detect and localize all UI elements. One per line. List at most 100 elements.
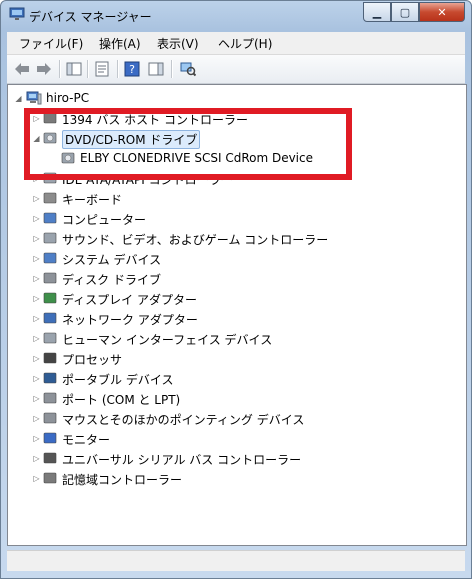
computer-icon [26, 91, 42, 105]
network-adapter-icon [43, 312, 57, 324]
scan-hardware-icon [180, 62, 196, 77]
port-icon [43, 392, 57, 404]
tree-root[interactable]: ◢ hiro-PC [8, 89, 464, 107]
tree-item-label: コンピューター [62, 213, 147, 227]
tree-item-label: ディスク ドライブ [62, 273, 161, 287]
expand-arrow-icon[interactable]: ▷ [32, 354, 41, 363]
monitor-icon [43, 432, 57, 444]
tree-category-item[interactable]: ▷ ヒューマン インターフェイス デバイス [8, 329, 464, 347]
menu-file[interactable]: ファイル(F) [19, 35, 83, 52]
tree-category-item[interactable]: ▷ キーボード [8, 189, 464, 207]
forward-arrow-icon [37, 63, 51, 75]
properties-button[interactable] [93, 60, 111, 78]
menu-bar: ファイル(F) 操作(A) 表示(V) ヘルプ(H) [7, 32, 465, 55]
usb-icon [43, 452, 57, 464]
back-button[interactable] [13, 60, 31, 78]
device-manager-icon [9, 7, 25, 20]
maximize-button[interactable]: ▢ [391, 2, 419, 22]
forward-button[interactable] [35, 60, 53, 78]
tree-item-label: マウスとそのほかのポインティング デバイス [62, 413, 305, 427]
minimize-button[interactable]: ▁ [363, 2, 391, 22]
tree-category-item[interactable]: ▷ プロセッサ [8, 349, 464, 367]
properties-icon [95, 61, 109, 77]
expand-arrow-icon[interactable]: ▷ [32, 374, 41, 383]
computer-icon [43, 212, 57, 224]
toolbar-separator [87, 60, 89, 78]
tree-item-label: ポータブル デバイス [62, 373, 174, 387]
tree-item-label: ディスプレイ アダプター [62, 293, 197, 307]
console-tree-icon [66, 62, 82, 76]
expand-arrow-icon[interactable]: ▷ [32, 274, 41, 283]
svg-text:?: ? [129, 63, 135, 76]
tree-item-label: システム デバイス [62, 253, 162, 267]
toolbar-separator [171, 60, 173, 78]
hid-icon [43, 332, 57, 344]
expand-arrow-icon[interactable]: ▷ [32, 194, 41, 203]
expand-arrow-icon[interactable]: ▷ [32, 254, 41, 263]
tree-category-item[interactable]: ▷ モニター [8, 429, 464, 447]
tree-category-item[interactable]: ▷ 記憶域コントローラー [8, 469, 464, 487]
processor-icon [43, 352, 57, 364]
collapse-arrow-icon[interactable]: ◢ [14, 94, 23, 103]
expand-arrow-icon[interactable]: ▷ [32, 394, 41, 403]
close-icon: ✕ [437, 5, 447, 19]
tree-category-item[interactable]: ▷ ネットワーク アダプター [8, 309, 464, 327]
expand-arrow-icon[interactable]: ▷ [32, 234, 41, 243]
menu-help[interactable]: ヘルプ(H) [218, 35, 272, 52]
window-controls: ▁ ▢ ✕ [363, 2, 465, 22]
expand-arrow-icon[interactable]: ▷ [32, 414, 41, 423]
disk-drive-icon [43, 272, 57, 284]
menu-action[interactable]: 操作(A) [99, 35, 141, 52]
action-pane-button[interactable] [147, 60, 165, 78]
scan-hardware-button[interactable] [179, 60, 197, 78]
system-devices-icon [43, 252, 57, 264]
tree-item-label: ポート (COM と LPT) [62, 393, 181, 407]
expand-arrow-icon[interactable]: ▷ [32, 214, 41, 223]
tree-category-item[interactable]: ▷ システム デバイス [8, 249, 464, 267]
tree-item-label: ユニバーサル シリアル バス コントローラー [62, 453, 302, 467]
menu-view[interactable]: 表示(V) [157, 35, 199, 52]
keyboard-icon [43, 192, 57, 204]
mouse-icon [43, 412, 57, 424]
help-button[interactable]: ? [123, 60, 141, 78]
tree-category-item[interactable]: ▷ マウスとそのほかのポインティング デバイス [8, 409, 464, 427]
tree-category-item[interactable]: ▷ コンピューター [8, 209, 464, 227]
action-pane-icon [148, 62, 164, 76]
red-annotation-box [24, 108, 352, 180]
tree-item-label: プロセッサ [62, 353, 123, 367]
sound-icon [43, 232, 57, 244]
tree-root-label: hiro-PC [46, 91, 90, 105]
tree-item-label: モニター [62, 433, 111, 447]
toolbar: ? [7, 55, 465, 84]
tree-item-label: 記憶域コントローラー [62, 473, 183, 487]
portable-device-icon [43, 372, 57, 384]
tree-item-label: ヒューマン インターフェイス デバイス [62, 333, 273, 347]
device-manager-window: デバイス マネージャー ▁ ▢ ✕ ファイル(F) 操作(A) 表示(V) ヘル… [0, 0, 472, 579]
expand-arrow-icon[interactable]: ▷ [32, 314, 41, 323]
title-bar[interactable]: デバイス マネージャー ▁ ▢ ✕ [1, 1, 471, 31]
tree-category-item[interactable]: ▷ ディスク ドライブ [8, 269, 464, 287]
display-adapter-icon [43, 292, 57, 304]
expand-arrow-icon[interactable]: ▷ [32, 454, 41, 463]
tree-category-item[interactable]: ▷ ディスプレイ アダプター [8, 289, 464, 307]
minimize-icon: ▁ [372, 5, 382, 19]
close-button[interactable]: ✕ [419, 2, 465, 22]
storage-controller-icon [43, 472, 57, 484]
tree-item-label: キーボード [62, 193, 123, 207]
help-icon: ? [124, 61, 140, 77]
maximize-icon: ▢ [399, 5, 411, 19]
expand-arrow-icon[interactable]: ▷ [32, 294, 41, 303]
tree-category-item[interactable]: ▷ ユニバーサル シリアル バス コントローラー [8, 449, 464, 467]
tree-category-item[interactable]: ▷ ポータブル デバイス [8, 369, 464, 387]
toolbar-separator [117, 60, 119, 78]
tree-category-item[interactable]: ▷ ポート (COM と LPT) [8, 389, 464, 407]
tree-item-label: ネットワーク アダプター [62, 313, 198, 327]
show-hide-tree-button[interactable] [65, 60, 83, 78]
status-bar [7, 550, 465, 571]
toolbar-separator [59, 60, 61, 78]
window-title: デバイス マネージャー [29, 10, 152, 24]
expand-arrow-icon[interactable]: ▷ [32, 434, 41, 443]
expand-arrow-icon[interactable]: ▷ [32, 334, 41, 343]
expand-arrow-icon[interactable]: ▷ [32, 474, 41, 483]
tree-category-item[interactable]: ▷ サウンド、ビデオ、およびゲーム コントローラー [8, 229, 464, 247]
